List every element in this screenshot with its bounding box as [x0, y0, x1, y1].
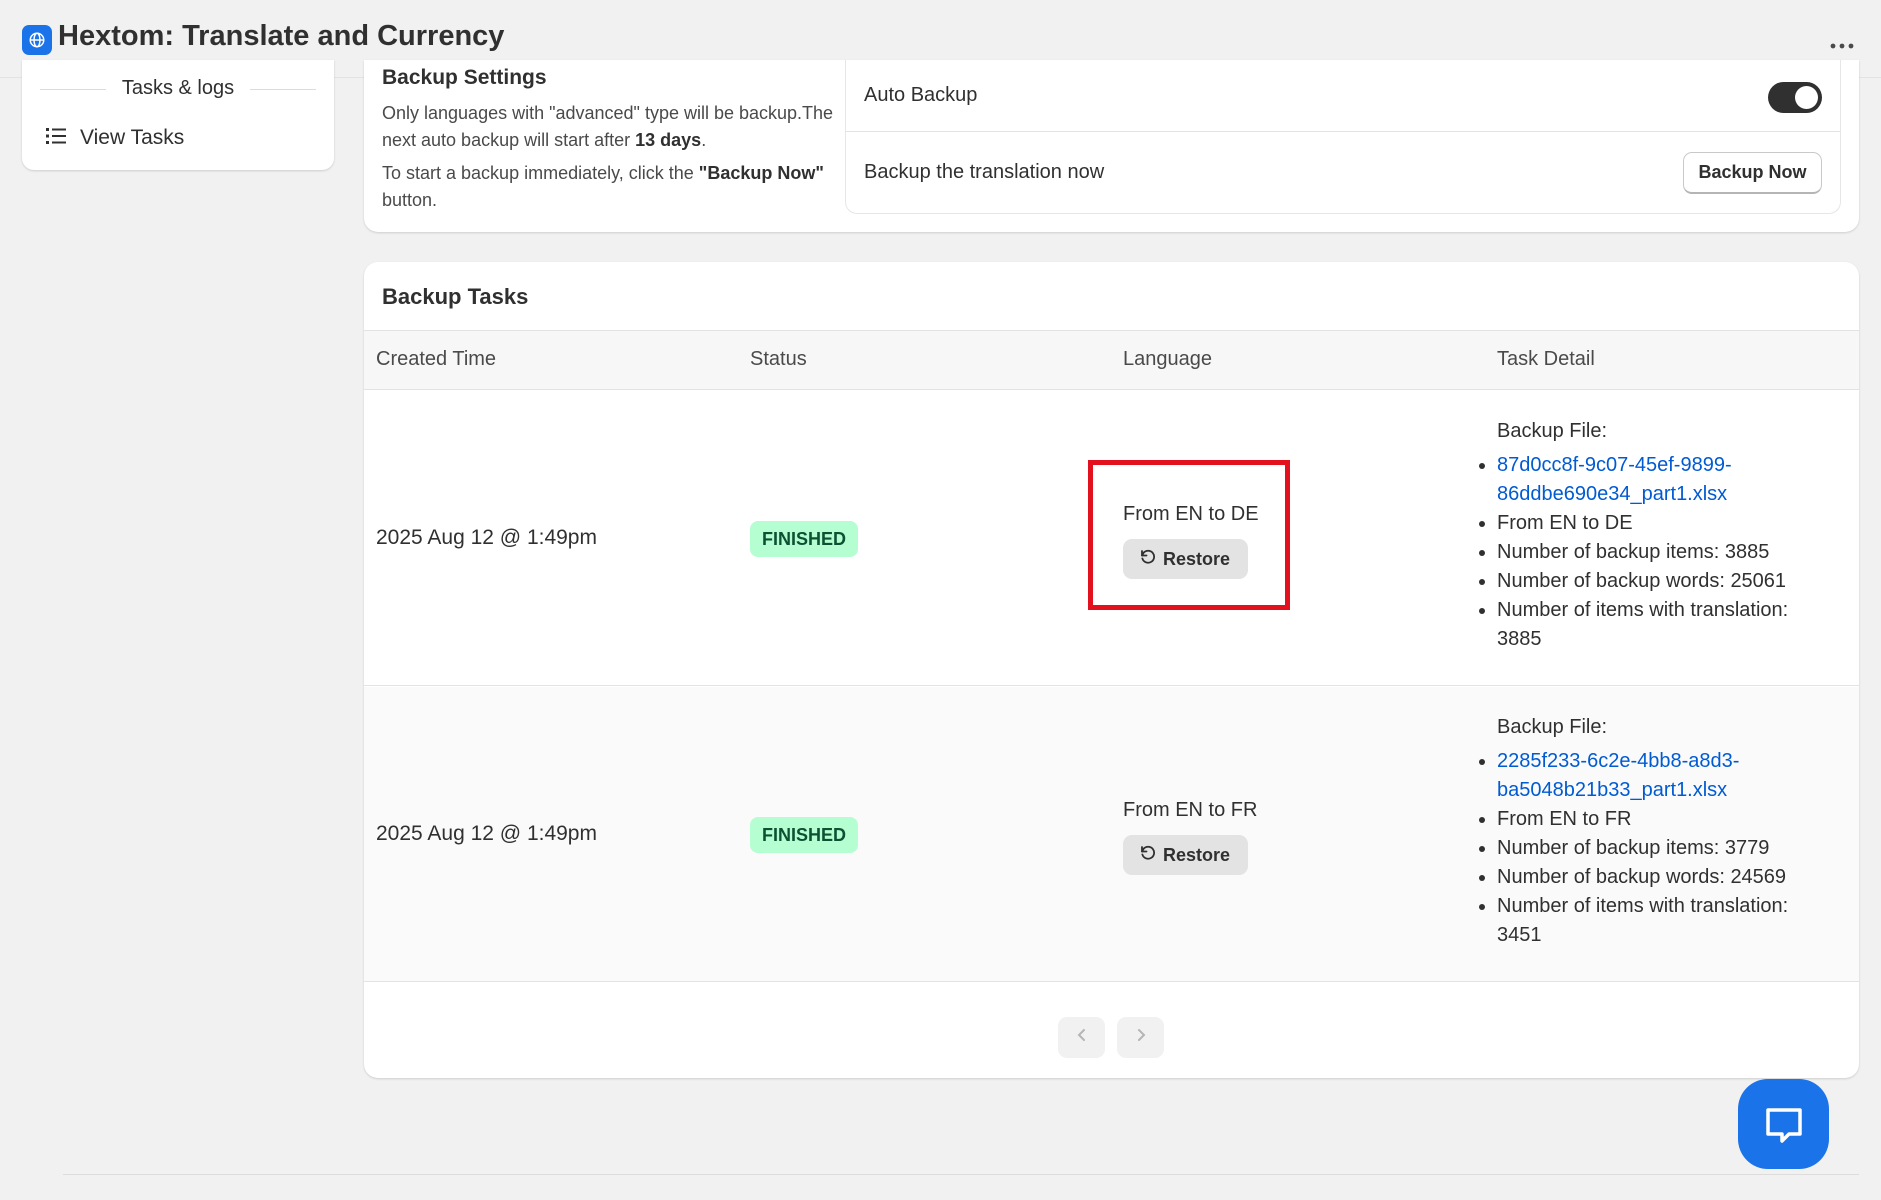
sidebar-card: Tasks & logs View Tasks: [22, 60, 334, 170]
undo-icon: [1139, 548, 1157, 571]
next-backup-days: 13 days: [635, 130, 702, 150]
sidebar-section-header: Tasks & logs: [40, 77, 316, 101]
list-item: Number of backup words: 25061: [1479, 567, 1837, 596]
list-item: From EN to FR: [1479, 805, 1837, 834]
previous-page-button[interactable]: [1058, 1017, 1105, 1058]
list-icon: [46, 127, 66, 150]
chat-bubble-icon[interactable]: [1738, 1079, 1829, 1169]
status-badge: FINISHED: [750, 521, 859, 557]
backup-tasks-title: Backup Tasks: [382, 284, 529, 309]
toggle-knob: [1795, 86, 1818, 109]
file-name-part: 86ddbe690e34_part1.xlsx: [1497, 483, 1728, 505]
auto-backup-label: Auto Backup: [864, 84, 978, 106]
restore-button[interactable]: Restore: [1123, 539, 1249, 579]
backup-settings-title: Backup Settings: [382, 66, 547, 89]
language-label: From EN to FR: [1123, 799, 1258, 821]
app-title: Hextom: Translate and Currency: [58, 20, 505, 52]
desc-text: .: [701, 130, 707, 150]
list-item: Number of backup words: 24569: [1479, 863, 1837, 892]
status-badge: FINISHED: [750, 817, 859, 853]
file-name-part: ba5048b21b33_part1.xlsx: [1497, 779, 1728, 801]
file-name-part: 87d0cc8f-9c07-45ef-9899-: [1497, 454, 1732, 476]
divider: [250, 89, 316, 90]
sidebar-item-label: View Tasks: [80, 126, 185, 149]
globe-icon: [22, 25, 52, 55]
backup-now-button[interactable]: Backup Now: [1683, 152, 1822, 194]
undo-icon: [1139, 844, 1157, 867]
backup-file-link[interactable]: 87d0cc8f-9c07-45ef-9899- 86ddbe690e34_par…: [1497, 454, 1732, 505]
column-header-task-detail: Task Detail: [1497, 348, 1595, 370]
backup-now-label: Backup the translation now: [864, 161, 1105, 183]
translated-value: 3451: [1497, 924, 1542, 946]
task-detail: Backup File: 2285f233-6c2e-4bb8-a8d3- ba5…: [1479, 713, 1837, 950]
table-header: Created Time Status Language Task Detail: [364, 330, 1859, 390]
backup-now-row: Backup the translation now Backup Now: [846, 133, 1840, 213]
translated-value: 3885: [1497, 628, 1542, 650]
table-row: 2025 Aug 12 @ 1:49pm FINISHED From EN to…: [364, 391, 1859, 686]
next-page-button[interactable]: [1117, 1017, 1164, 1058]
column-header-created-time: Created Time: [376, 348, 497, 370]
divider: [63, 1174, 1859, 1175]
backup-file-link[interactable]: 2285f233-6c2e-4bb8-a8d3- ba5048b21b33_par…: [1497, 750, 1739, 801]
file-name-part: 2285f233-6c2e-4bb8-a8d3-: [1497, 750, 1740, 772]
list-item: 2285f233-6c2e-4bb8-a8d3- ba5048b21b33_par…: [1479, 747, 1837, 805]
desc-text: Only languages with "advanced" type will…: [382, 103, 834, 150]
backup-settings-panel: Auto Backup Backup the translation now B…: [845, 60, 1841, 214]
backup-file-heading: Backup File:: [1497, 716, 1608, 738]
backup-tasks-card: Backup Tasks Created Time Status Languag…: [364, 262, 1859, 1078]
sidebar-item-view-tasks[interactable]: View Tasks: [46, 126, 184, 150]
language-cell: From EN to DE Restore: [1123, 503, 1259, 579]
translated-label: Number of items with translation:: [1497, 599, 1789, 621]
backup-now-reference: "Backup Now": [698, 163, 824, 183]
created-time: 2025 Aug 12 @ 1:49pm: [376, 526, 597, 549]
task-detail-list: 2285f233-6c2e-4bb8-a8d3- ba5048b21b33_par…: [1479, 747, 1837, 950]
backup-schedule-text: Only languages with "advanced" type will…: [382, 100, 852, 154]
restore-label: Restore: [1163, 548, 1231, 569]
restore-button[interactable]: Restore: [1123, 835, 1249, 875]
list-item: Number of backup items: 3779: [1479, 834, 1837, 863]
backup-settings-card: Backup Settings Only languages with "adv…: [364, 60, 1859, 232]
backup-instruction-text: To start a backup immediately, click the…: [382, 160, 852, 214]
table-row: 2025 Aug 12 @ 1:49pm FINISHED From EN to…: [364, 687, 1859, 982]
desc-text: To start a backup immediately, click the: [382, 163, 699, 183]
auto-backup-toggle[interactable]: [1768, 82, 1822, 113]
created-time: 2025 Aug 12 @ 1:49pm: [376, 822, 597, 845]
desc-text: button.: [382, 190, 438, 210]
chevron-right-icon: [1135, 1027, 1147, 1048]
list-item: Number of backup items: 3885: [1479, 538, 1837, 567]
column-header-status: Status: [750, 348, 807, 370]
auto-backup-row: Auto Backup: [846, 60, 1840, 132]
list-item: 87d0cc8f-9c07-45ef-9899- 86ddbe690e34_par…: [1479, 451, 1837, 509]
list-item: Number of items with translation: 3451: [1479, 892, 1837, 950]
language-cell: From EN to FR Restore: [1123, 799, 1257, 875]
list-item: From EN to DE: [1479, 509, 1837, 538]
column-header-language: Language: [1123, 348, 1212, 370]
chevron-left-icon: [1076, 1027, 1088, 1048]
translated-label: Number of items with translation:: [1497, 895, 1789, 917]
list-item: Number of items with translation: 3885: [1479, 596, 1837, 654]
backup-settings-description: Only languages with "advanced" type will…: [382, 100, 852, 214]
task-detail: Backup File: 87d0cc8f-9c07-45ef-9899- 86d…: [1479, 417, 1837, 654]
task-detail-list: 87d0cc8f-9c07-45ef-9899- 86ddbe690e34_par…: [1479, 451, 1837, 654]
backup-file-heading: Backup File:: [1497, 420, 1608, 442]
restore-label: Restore: [1163, 844, 1231, 865]
more-horizontal-icon[interactable]: [1830, 26, 1854, 57]
language-label: From EN to DE: [1123, 503, 1259, 525]
